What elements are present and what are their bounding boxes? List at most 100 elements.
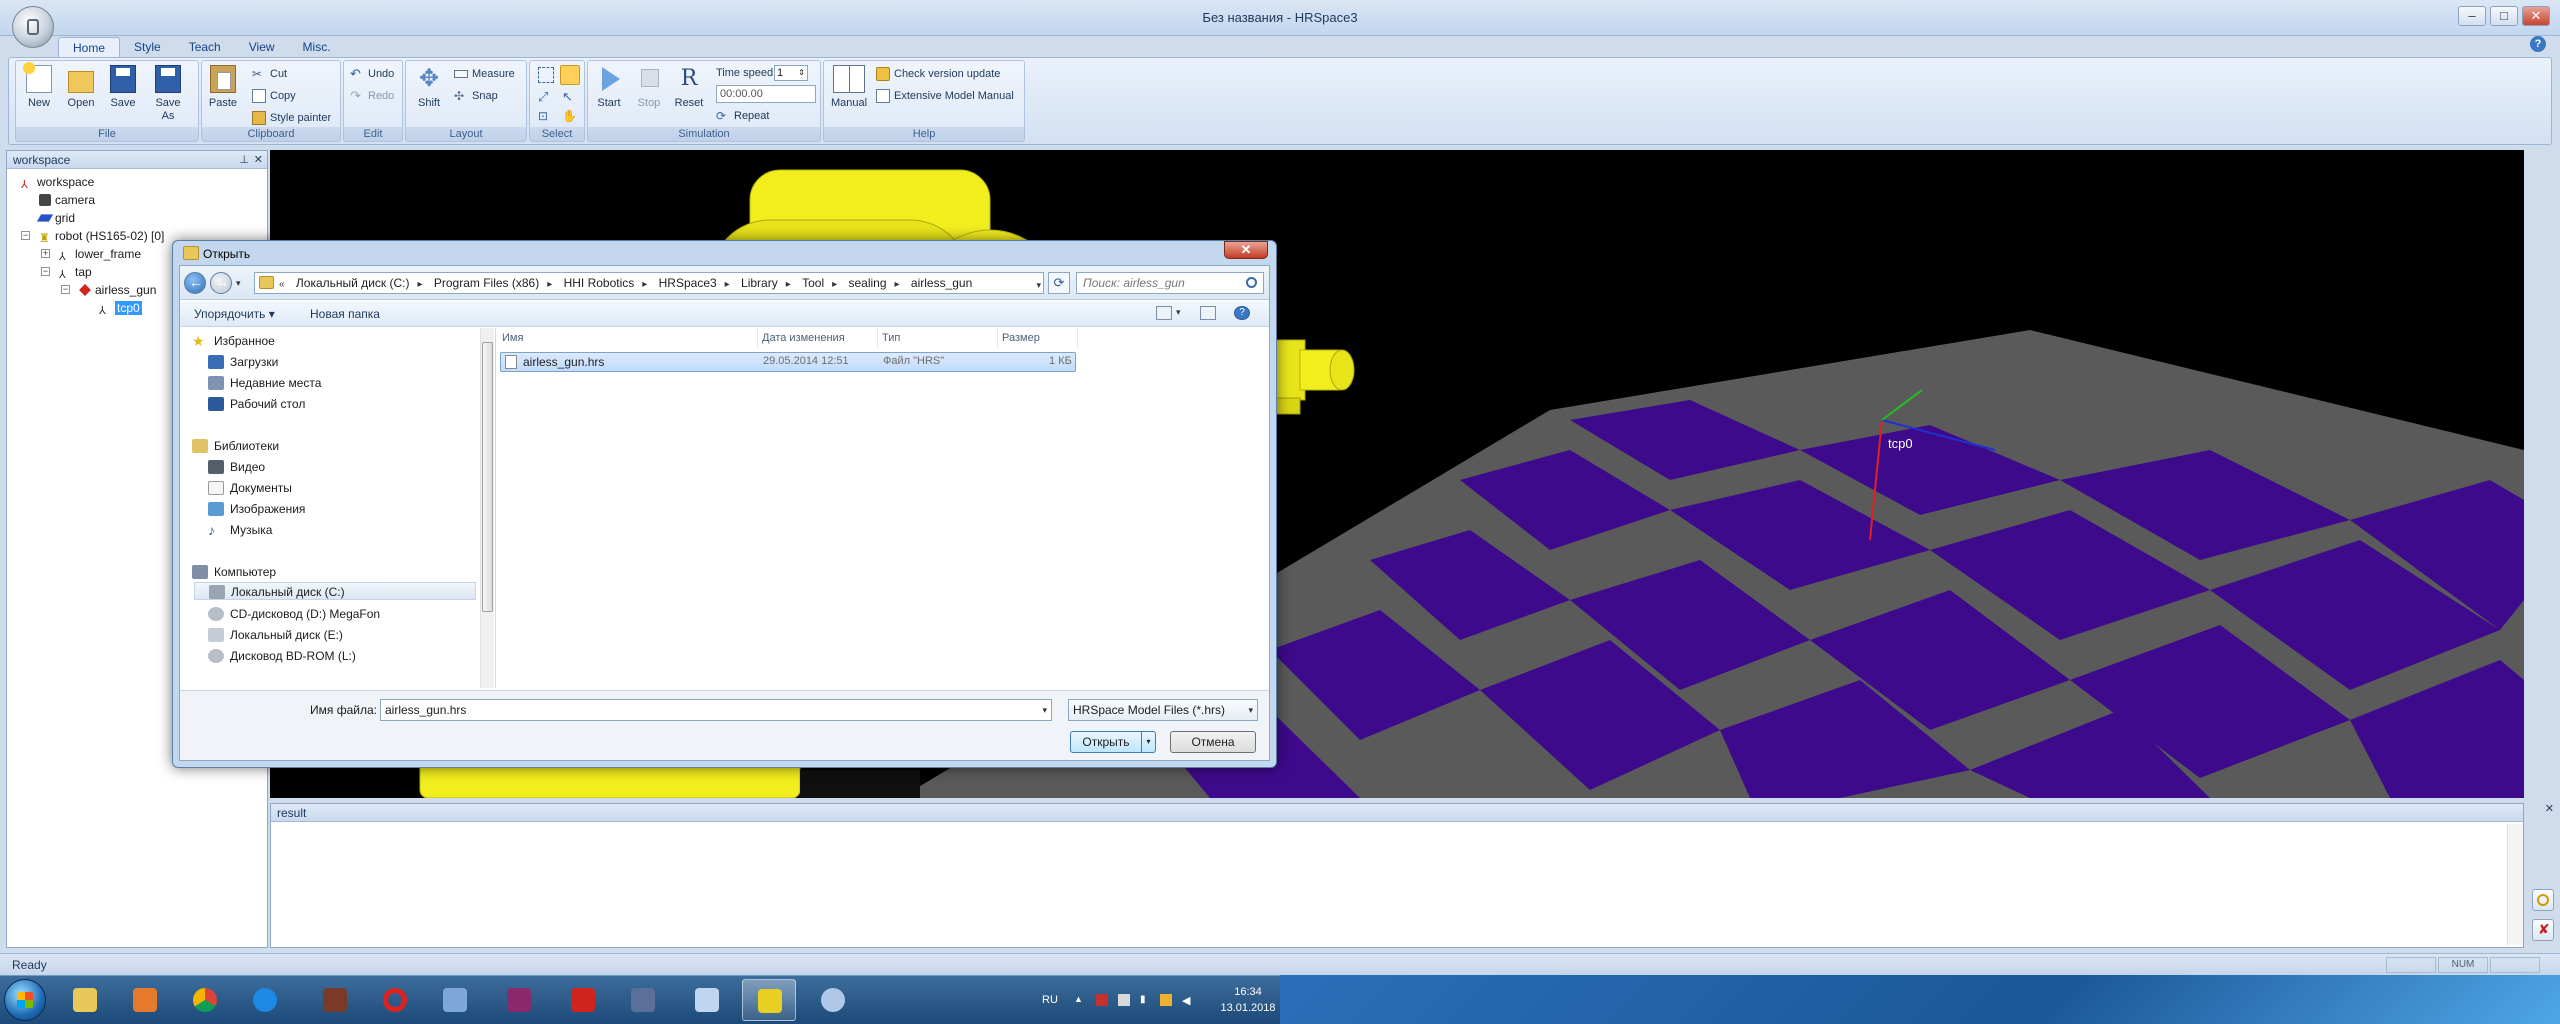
tab-teach[interactable]: Teach xyxy=(175,37,235,57)
taskbar-app-7[interactable] xyxy=(428,979,482,1021)
nav-disk-e[interactable]: Локальный диск (E:) xyxy=(208,626,343,644)
taskbar-winrar[interactable] xyxy=(492,979,546,1021)
taskbar-app-13[interactable] xyxy=(806,979,860,1021)
breadcrumb[interactable]: Tool xyxy=(802,273,824,293)
stop-button[interactable]: Stop xyxy=(630,65,668,109)
nav-downloads[interactable]: Загрузки xyxy=(208,353,278,371)
taskbar-app-10[interactable] xyxy=(616,979,670,1021)
select-hand-icon[interactable]: ✋ xyxy=(562,109,578,123)
repeat-button[interactable]: ⟳ Repeat xyxy=(716,107,769,125)
nav-computer[interactable]: Компьютер xyxy=(192,563,276,581)
filetype-dropdown-icon[interactable]: ▾ xyxy=(1248,700,1253,720)
scroll-thumb[interactable] xyxy=(482,342,493,612)
select-rotate-icon[interactable]: ⤢ xyxy=(538,89,554,105)
refresh-icon[interactable]: ⟳ xyxy=(1048,272,1070,294)
column-header-date[interactable]: Дата изменения xyxy=(758,328,878,348)
breadcrumb-sep-icon[interactable]: ▸ xyxy=(832,275,837,293)
clear-icon[interactable]: ✘ xyxy=(2532,919,2554,941)
taskbar-pdf[interactable] xyxy=(556,979,610,1021)
clock[interactable]: 16:34 13.01.2018 xyxy=(1218,984,1278,1016)
result-output[interactable] xyxy=(273,824,2505,945)
file-row[interactable]: airless_gun.hrs 29.05.2014 12:51 Файл "H… xyxy=(500,352,1076,372)
shift-button[interactable]: ✥ Shift xyxy=(410,65,448,109)
new-folder-button[interactable]: Новая папка xyxy=(310,307,380,321)
nav-disk-c[interactable]: Локальный диск (C:) xyxy=(194,582,476,600)
dialog-close-button[interactable]: ✕ xyxy=(1224,241,1268,259)
paste-button[interactable]: Paste xyxy=(204,65,242,109)
nav-favorites[interactable]: ★ Избранное xyxy=(192,332,275,350)
start-button[interactable] xyxy=(4,979,46,1021)
filename-dropdown-icon[interactable]: ▾ xyxy=(1042,700,1047,720)
application-menu-button[interactable] xyxy=(12,6,54,48)
tray-flag-icon[interactable] xyxy=(1118,994,1130,1006)
snap-button[interactable]: ✣ Snap xyxy=(454,87,498,105)
dialog-open-button[interactable]: Открыть ▾ xyxy=(1070,731,1156,753)
redo-button[interactable]: ↷ Redo xyxy=(350,87,394,105)
tab-misc[interactable]: Misc. xyxy=(289,37,345,57)
taskbar-hrspace[interactable] xyxy=(742,979,796,1021)
save-button[interactable]: Save xyxy=(104,65,142,109)
taskbar-explorer[interactable] xyxy=(58,979,112,1021)
dialog-cancel-button[interactable]: Отмена xyxy=(1170,731,1256,753)
taskbar-opera[interactable] xyxy=(368,979,422,1021)
help-icon[interactable]: ? xyxy=(2530,36,2546,52)
nav-scrollbar[interactable] xyxy=(480,328,494,688)
breadcrumb-sep-icon[interactable]: ▸ xyxy=(547,275,552,293)
breadcrumb-sep-icon[interactable]: ▸ xyxy=(895,275,900,293)
nav-documents[interactable]: Документы xyxy=(208,479,292,497)
overflow-chevron-icon[interactable]: « xyxy=(279,275,285,293)
start-button[interactable]: Start xyxy=(590,65,628,109)
nav-libraries[interactable]: Библиотеки xyxy=(192,437,279,455)
organize-button[interactable]: Упорядочить ▾ xyxy=(194,307,275,321)
select-box-icon[interactable] xyxy=(538,67,554,83)
volume-icon[interactable]: ◀ xyxy=(1182,994,1194,1007)
preview-pane-icon[interactable] xyxy=(1200,306,1216,320)
copy-button[interactable]: Copy xyxy=(252,87,296,105)
cut-button[interactable]: ✂ Cut xyxy=(252,65,287,83)
taskbar-app-5[interactable] xyxy=(308,979,362,1021)
network-icon[interactable]: ▮ xyxy=(1140,994,1152,1006)
tree-node-airless-gun[interactable]: airless_gun xyxy=(79,281,156,299)
breadcrumb[interactable]: sealing xyxy=(849,273,887,293)
address-bar[interactable]: « Локальный диск (C:) ▸ Program Files (x8… xyxy=(254,272,1044,294)
breadcrumb[interactable]: airless_gun xyxy=(911,273,972,293)
tray-app-icon[interactable] xyxy=(1096,994,1108,1006)
select-pointer-icon[interactable] xyxy=(560,65,580,85)
history-dropdown-icon[interactable]: ▾ xyxy=(236,278,241,289)
breadcrumb-sep-icon[interactable]: ▸ xyxy=(725,275,730,293)
nav-music[interactable]: ♪ Музыка xyxy=(208,521,272,539)
language-indicator[interactable]: RU xyxy=(1042,994,1058,1006)
tree-node-workspace[interactable]: ⅄ workspace xyxy=(21,173,94,191)
tree-node-tap[interactable]: ⅄ tap xyxy=(59,263,92,281)
taskbar-ie[interactable] xyxy=(238,979,292,1021)
forward-arrow-icon[interactable] xyxy=(210,272,232,294)
manual-button[interactable]: Manual xyxy=(828,65,870,109)
taskbar-app-11[interactable] xyxy=(680,979,734,1021)
view-mode-icon[interactable] xyxy=(1156,306,1172,320)
nav-bd-l[interactable]: Дисковод BD-ROM (L:) xyxy=(208,647,356,665)
result-scrollbar[interactable] xyxy=(2507,824,2523,945)
tree-node-camera[interactable]: camera xyxy=(39,191,95,209)
accept-icon[interactable] xyxy=(2532,889,2554,911)
column-header-type[interactable]: Тип xyxy=(878,328,998,348)
column-header-name[interactable]: Имя xyxy=(498,328,758,348)
tree-node-grid[interactable]: grid xyxy=(36,209,75,227)
breadcrumb[interactable]: HRSpace3 xyxy=(659,273,717,293)
expander-airless-gun[interactable]: − xyxy=(61,285,70,294)
pin-icon[interactable]: ⊥ xyxy=(239,151,249,169)
tray-warning-icon[interactable] xyxy=(1160,994,1172,1006)
tree-node-robot[interactable]: ♜ robot (HS165-02) [0] xyxy=(39,227,164,245)
panel-close-icon[interactable]: ✕ xyxy=(254,151,263,169)
nav-video[interactable]: Видео xyxy=(208,458,265,476)
open-button[interactable]: Open xyxy=(62,65,100,109)
select-zoom-icon[interactable]: ⊡ xyxy=(538,109,554,123)
measure-button[interactable]: Measure xyxy=(454,65,515,83)
back-arrow-icon[interactable] xyxy=(184,272,206,294)
tray-expand-icon[interactable]: ▲ xyxy=(1074,994,1086,1006)
maximize-button[interactable]: □ xyxy=(2490,6,2518,26)
view-dropdown-icon[interactable]: ▾ xyxy=(1176,307,1181,318)
breadcrumb-sep-icon[interactable]: ▸ xyxy=(786,275,791,293)
expander-robot[interactable]: − xyxy=(21,231,30,240)
breadcrumb[interactable]: Локальный диск (C:) xyxy=(296,273,410,293)
breadcrumb-sep-icon[interactable]: ▸ xyxy=(417,275,422,293)
